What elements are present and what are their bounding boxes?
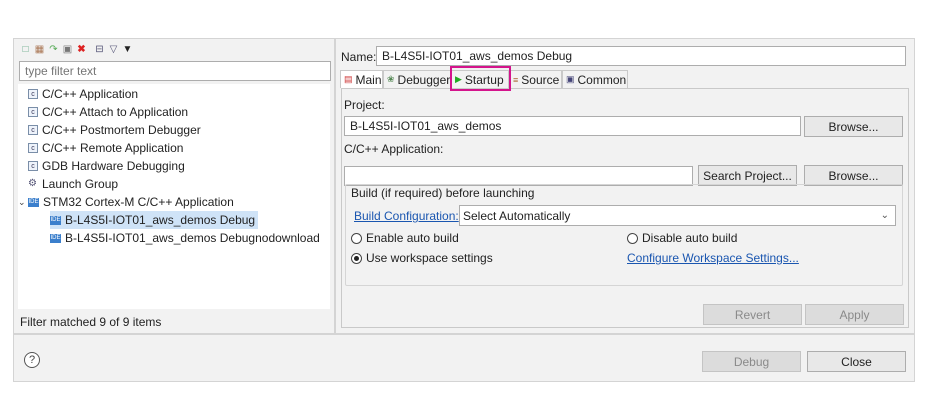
tree-item-aws-demos-debug[interactable]: IDE B-L4S5I-IOT01_aws_demos Debug [50,211,259,229]
tree-item-launch-group[interactable]: ⚙ Launch Group [28,175,118,193]
tab-label: Main [355,72,382,87]
radio-circle [351,232,362,244]
main-tab-icon: ▤ [344,74,353,84]
debug-button[interactable]: Debug [702,351,801,372]
project-browse-button[interactable]: Browse... [804,116,903,137]
common-tab-icon: ▣ [566,74,575,84]
tree-item-label: STM32 Cortex-M C/C++ Application [43,195,234,209]
enable-auto-build-radio[interactable]: Enable auto build [351,231,459,245]
radio-circle [627,232,638,244]
config-name-field[interactable]: B-L4S5I-IOT01_aws_demos Debug [376,46,906,66]
radio-label: Use workspace settings [366,251,493,265]
import-icon[interactable]: ▣ [62,44,73,55]
search-project-button[interactable]: Search Project... [698,165,797,186]
config-name-value: B-L4S5I-IOT01_aws_demos Debug [382,49,573,63]
view-menu-icon[interactable]: ▼ [122,44,133,55]
duplicate-icon[interactable]: ▦ [34,44,45,55]
tab-label: Source [521,72,560,87]
application-browse-button[interactable]: Browse... [804,165,903,186]
stm32-icon: IDE [28,197,39,207]
filter-input[interactable] [19,61,331,81]
tree-item-label: C/C++ Remote Application [42,141,184,155]
c-config-icon: c [28,143,38,153]
project-label: Project: [344,98,385,112]
stm32-config-icon: IDE [50,215,61,225]
dialog-button-bar: ? Debug Close [13,334,915,382]
filter-icon[interactable]: ▽ [108,44,119,55]
build-configuration-value: Select Automatically [463,208,571,223]
delete-icon[interactable]: ✖ [76,44,87,55]
filter-status-text: Filter matched 9 of 9 items [20,315,162,329]
c-config-icon: c [28,107,38,117]
configure-workspace-settings-link[interactable]: Configure Workspace Settings... [627,251,799,265]
chevron-down-icon: ⌄ [880,210,889,221]
build-before-launch-group: Build (if required) before launching Bui… [345,184,903,286]
tab-common[interactable]: ▣ Common [562,70,628,88]
project-field[interactable]: B-L4S5I-IOT01_aws_demos [344,116,801,136]
launch-group-icon: ⚙ [28,178,37,189]
tree-item-aws-demos-debugnodownload[interactable]: IDE B-L4S5I-IOT01_aws_demos Debugnodownl… [50,229,320,247]
tree-item-gdb-hardware[interactable]: c GDB Hardware Debugging [28,157,185,175]
close-button[interactable]: Close [807,351,906,372]
source-tab-icon: ≡ [513,74,519,85]
tab-label: Common [577,72,627,87]
application-field[interactable] [344,166,693,186]
tree-item-label: GDB Hardware Debugging [42,159,185,173]
config-tree: c C/C++ Application c C/C++ Attach to Ap… [18,84,330,309]
debugger-tab-icon: ❀ [387,74,395,84]
radio-circle-selected [351,252,362,264]
revert-button[interactable]: Revert [703,304,802,325]
application-label: C/C++ Application: [344,142,444,156]
new-config-icon[interactable]: □ [20,44,31,55]
tree-item-cpp-postmortem[interactable]: c C/C++ Postmortem Debugger [28,121,201,139]
help-icon[interactable]: ? [24,352,40,368]
collapse-all-icon[interactable]: ⊟ [94,44,105,55]
radio-label: Enable auto build [366,231,459,245]
chevron-down-icon[interactable]: ⌄ [18,193,28,211]
name-label: Name: [341,50,377,64]
launch-config-editor-panel: Name: B-L4S5I-IOT01_aws_demos Debug ▤ Ma… [335,38,915,334]
tree-item-stm32-cortex-m[interactable]: ⌄ IDE STM32 Cortex-M C/C++ Application [18,193,234,211]
build-configuration-select[interactable]: Select Automatically ⌄ [459,205,896,226]
tree-item-cpp-application[interactable]: c C/C++ Application [28,85,138,103]
build-group-label: Build (if required) before launching [351,186,535,200]
project-value: B-L4S5I-IOT01_aws_demos [350,119,502,133]
use-workspace-settings-radio[interactable]: Use workspace settings [351,251,493,265]
c-config-icon: c [28,125,38,135]
stm32-config-icon: IDE [50,233,61,243]
disable-auto-build-radio[interactable]: Disable auto build [627,231,737,245]
tree-item-cpp-attach[interactable]: c C/C++ Attach to Application [28,103,188,121]
tree-item-label: Launch Group [42,177,119,191]
build-configuration-link[interactable]: Build Configuration: [354,209,459,223]
export-icon[interactable]: ↷ [48,44,59,55]
startup-tab-highlight [450,66,511,91]
radio-label: Disable auto build [642,231,738,245]
tab-main[interactable]: ▤ Main [340,70,383,88]
launch-config-list-panel: □ ▦ ↷ ▣ ✖ ⊟ ▽ ▼ c C/C++ Application c C/… [13,38,335,334]
c-config-icon: c [28,89,38,99]
tree-item-label: C/C++ Application [42,87,139,101]
tree-item-label: B-L4S5I-IOT01_aws_demos Debugnodownload [65,231,320,245]
tab-source[interactable]: ≡ Source [509,70,562,88]
tree-item-label: B-L4S5I-IOT01_aws_demos Debug [65,213,256,227]
tree-item-cpp-remote[interactable]: c C/C++ Remote Application [28,139,183,157]
c-config-icon: c [28,161,38,171]
tab-debugger[interactable]: ❀ Debugger [383,70,451,88]
main-tab-content: Project: B-L4S5I-IOT01_aws_demos Browse.… [341,88,909,328]
tree-item-label: C/C++ Attach to Application [42,105,189,119]
tree-item-label: C/C++ Postmortem Debugger [42,123,201,137]
tab-label: Debugger [397,72,451,87]
config-toolbar: □ ▦ ↷ ▣ ✖ ⊟ ▽ ▼ [20,41,133,57]
apply-button[interactable]: Apply [805,304,904,325]
